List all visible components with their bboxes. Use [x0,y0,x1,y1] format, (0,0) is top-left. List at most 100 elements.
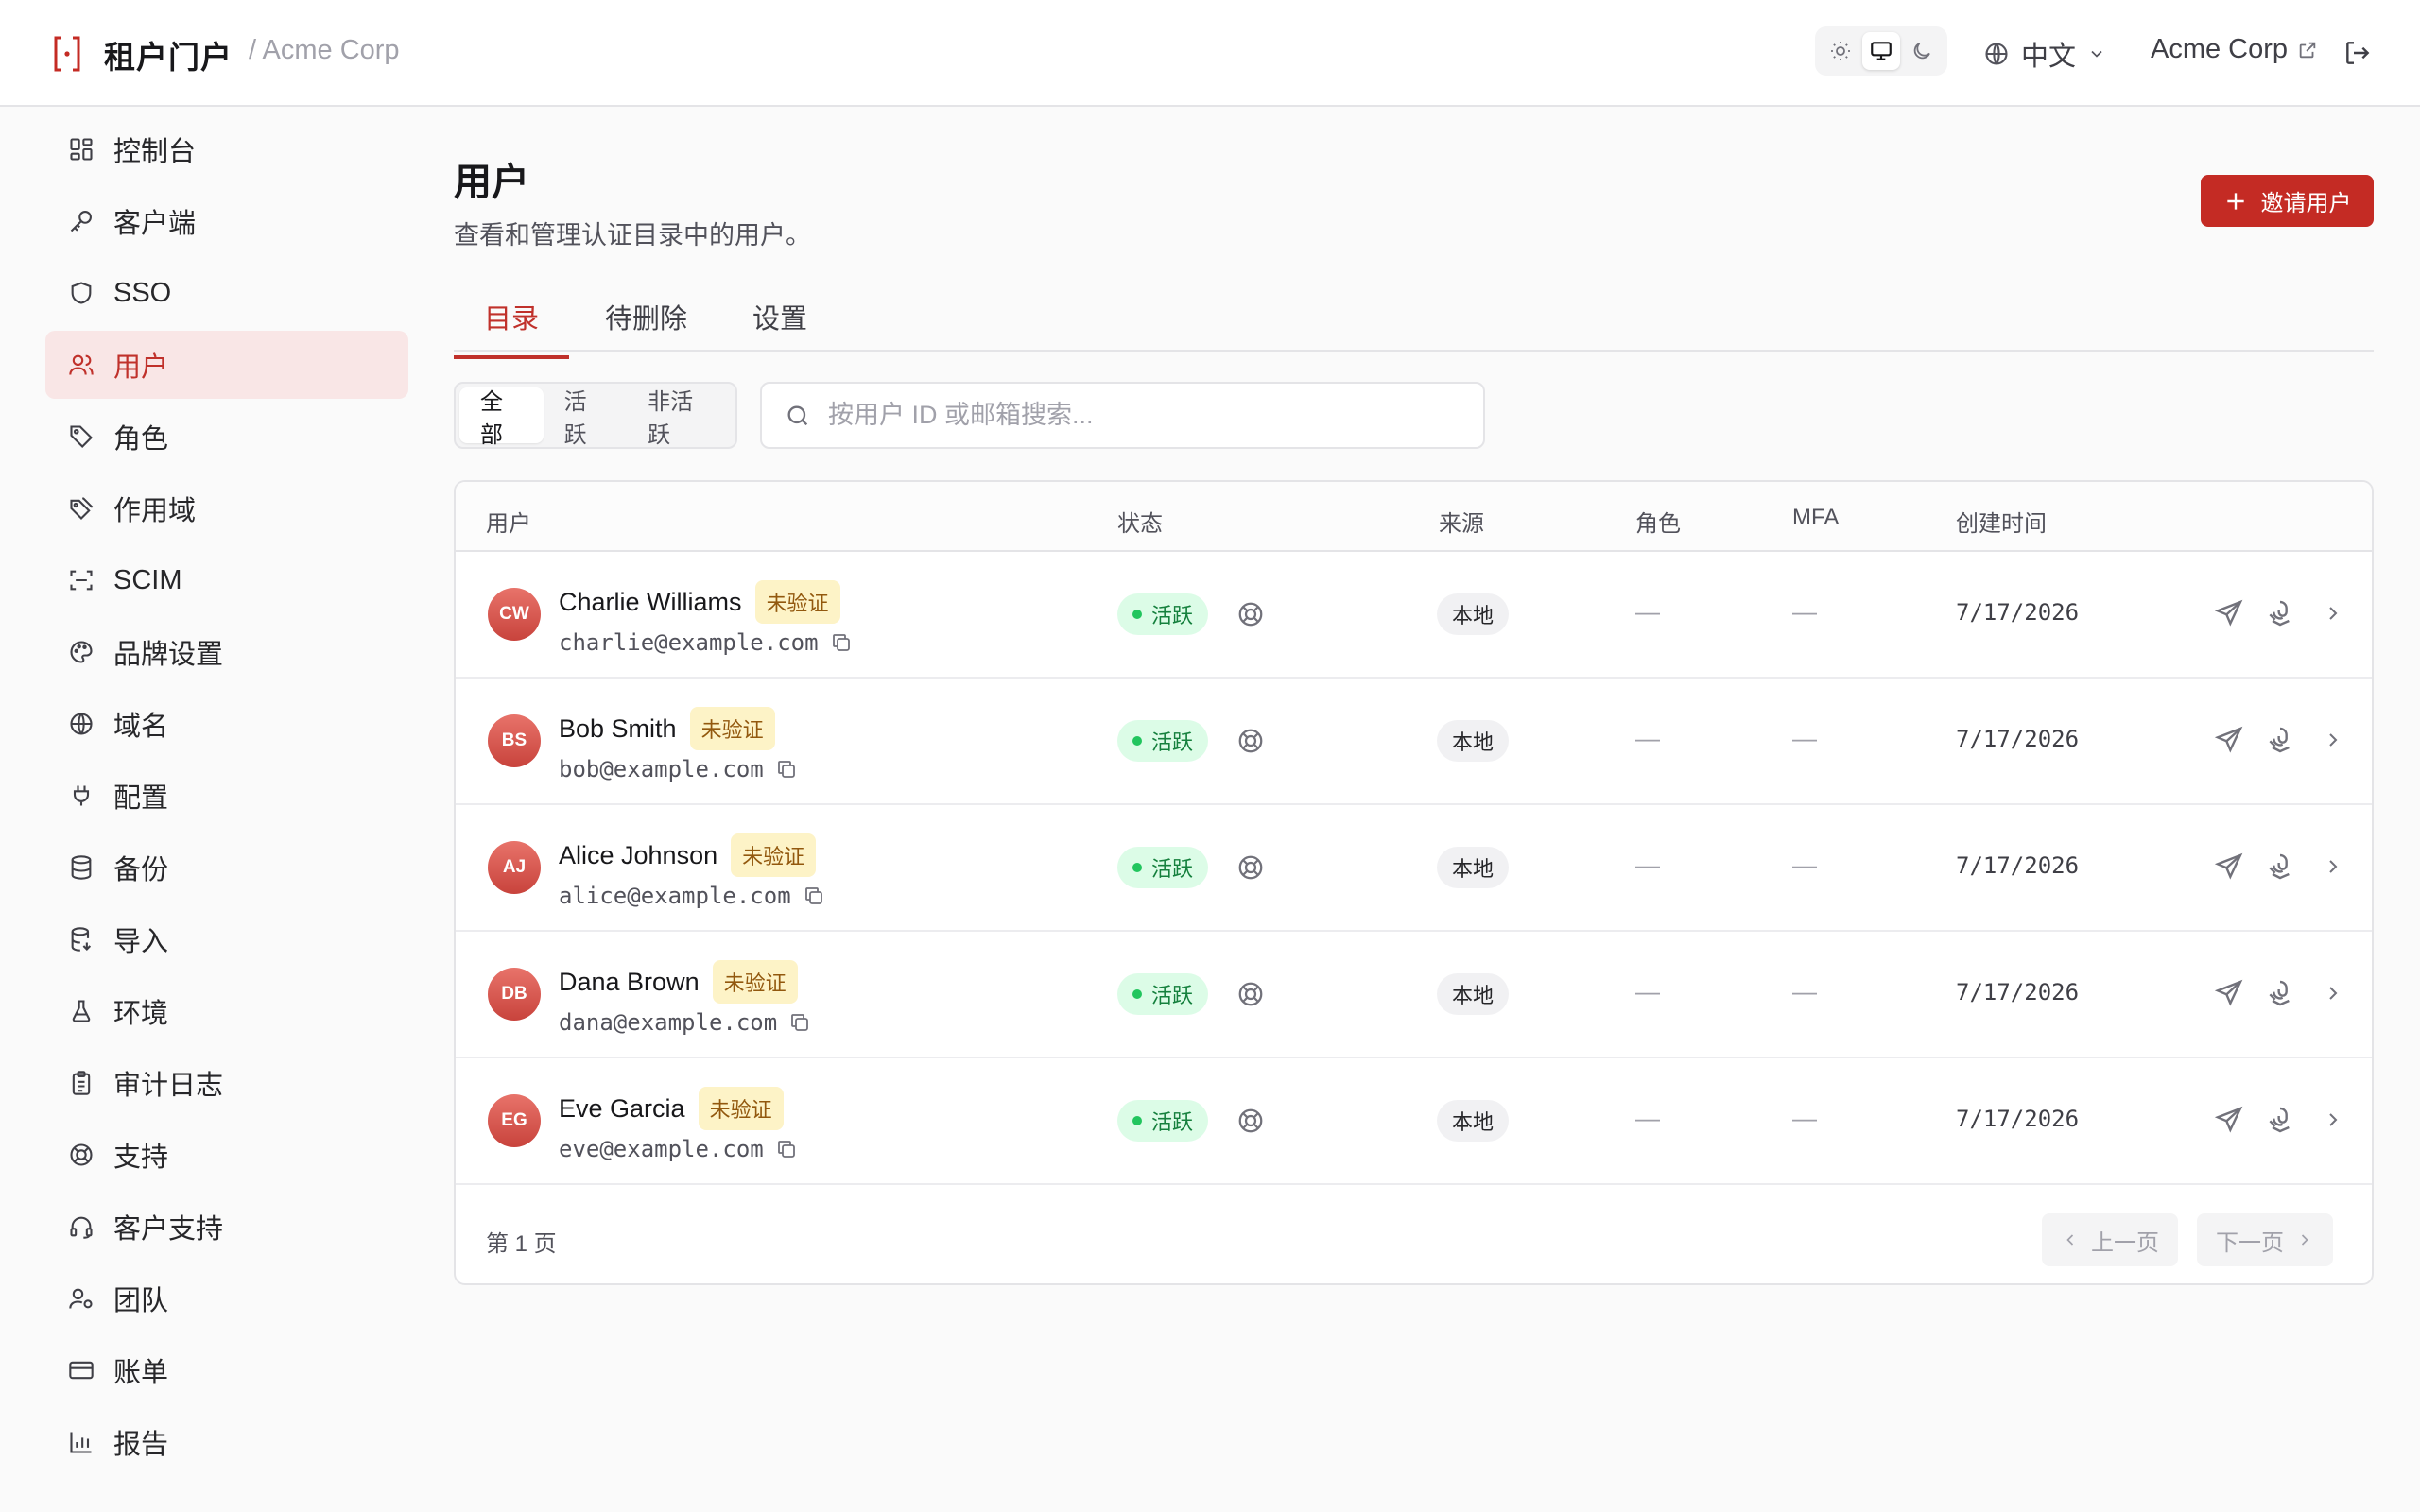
sidebar-item-branding[interactable]: 品牌设置 [45,618,408,686]
table-row[interactable]: EG Eve Garcia 未验证 eve@example.com 活跃 本地 … [456,1058,2372,1185]
invite-user-button[interactable]: 邀请用户 [2201,175,2374,227]
tab-directory[interactable]: 目录 [454,297,570,359]
user-name: Bob Smith [559,713,677,743]
roles-cell: — [1635,1104,1660,1132]
plus-icon [2226,192,2244,210]
key-icon [66,206,96,236]
unverified-badge: 未验证 [698,1087,784,1130]
sidebar-item-billing[interactable]: 账单 [45,1336,408,1404]
previous-page-button[interactable]: 上一页 [2042,1213,2178,1266]
lifebuoy-icon[interactable] [1236,853,1265,882]
avatar: EG [488,1094,541,1147]
sidebar-item-config[interactable]: 配置 [45,762,408,830]
sidebar-item-environment[interactable]: 环境 [45,977,408,1045]
table-footer: 第 1 页 上一页 下一页 [456,1189,2372,1283]
status-label: 活跃 [1151,604,1194,627]
language-selector[interactable]: 中文 [1983,34,2106,74]
chevron-right-icon[interactable] [2322,598,2344,628]
sidebar-item-clients[interactable]: 客户端 [45,187,408,255]
column-header-status: 状态 [1117,511,1163,537]
page-title: 用户 [454,162,529,203]
copy-icon[interactable] [775,758,798,781]
chevron-right-icon[interactable] [2322,851,2344,882]
user-email: eve@example.com [559,1136,764,1162]
sidebar-item-roles[interactable]: 角色 [45,403,408,471]
logout-button[interactable] [2342,38,2373,68]
status-filter: 全部 活跃 非活跃 [454,382,737,449]
chevron-right-icon[interactable] [2322,1105,2344,1135]
mfa-cell: — [1792,597,1817,626]
sidebar-item-reports[interactable]: 报告 [45,1408,408,1476]
sidebar-item-label: 审计日志 [113,1071,224,1101]
column-header-source: 来源 [1439,511,1484,537]
lifebuoy-icon[interactable] [1236,727,1265,755]
fingerprint-icon[interactable] [2265,598,2295,628]
chevron-right-icon[interactable] [2322,725,2344,755]
column-header-roles: 角色 [1635,511,1681,537]
source-badge: 本地 [1437,847,1510,888]
status-badge: 活跃 [1117,973,1209,1015]
tenant-link[interactable]: Acme Corp [2151,34,2318,65]
send-icon[interactable] [2214,725,2244,755]
avatar: DB [488,968,541,1021]
fingerprint-icon[interactable] [2265,1105,2295,1135]
send-icon[interactable] [2214,598,2244,628]
user-name-line: Charlie Williams 未验证 [559,580,840,624]
sidebar-item-label: 域名 [113,712,169,742]
avatar: AJ [488,841,541,894]
search-input[interactable] [828,401,1452,430]
sidebar-item-team[interactable]: 团队 [45,1264,408,1332]
sidebar-item-customer-support[interactable]: 客户支持 [45,1193,408,1261]
copy-icon[interactable] [803,885,825,907]
users-icon [66,350,96,380]
sidebar-item-users[interactable]: 用户 [45,331,408,399]
theme-light-button[interactable] [1822,32,1859,70]
send-icon[interactable] [2214,851,2244,882]
filter-all-button[interactable]: 全部 [459,387,544,448]
sidebar-item-domains[interactable]: 域名 [45,690,408,758]
next-page-button[interactable]: 下一页 [2197,1213,2333,1266]
lifebuoy-icon[interactable] [1236,600,1265,628]
mfa-cell: — [1792,850,1817,879]
sidebar-item-import[interactable]: 导入 [45,905,408,973]
lifebuoy-icon[interactable] [1236,1107,1265,1135]
theme-system-button[interactable] [1861,32,1900,70]
sidebar-item-label: 角色 [113,424,169,455]
status-dot [1132,863,1142,872]
copy-icon[interactable] [830,631,853,654]
copy-icon[interactable] [775,1138,798,1160]
table-row[interactable]: CW Charlie Williams 未验证 charlie@example.… [456,552,2372,679]
filter-active-button[interactable]: 活跃 [544,387,628,448]
fingerprint-icon[interactable] [2265,725,2295,755]
user-email: charlie@example.com [559,629,819,656]
chevron-right-icon[interactable] [2322,978,2344,1008]
dashboard-icon [66,134,96,164]
chevron-down-icon [2091,50,2102,58]
roles-cell: — [1635,597,1660,626]
sidebar-item-audit-log[interactable]: 审计日志 [45,1049,408,1117]
lifebuoy-icon[interactable] [1236,980,1265,1008]
mfa-cell: — [1792,1104,1817,1132]
sidebar-item-label: 作用域 [113,496,197,526]
tab-settings[interactable]: 设置 [752,297,807,355]
sidebar-item-dashboard[interactable]: 控制台 [45,115,408,183]
palette-icon [66,637,96,667]
sidebar-item-support[interactable]: 支持 [45,1121,408,1189]
copy-icon[interactable] [788,1011,811,1034]
send-icon[interactable] [2214,978,2244,1008]
sidebar-item-backup[interactable]: 备份 [45,833,408,902]
table-row[interactable]: AJ Alice Johnson 未验证 alice@example.com 活… [456,805,2372,932]
fingerprint-icon[interactable] [2265,978,2295,1008]
filter-inactive-button[interactable]: 非活跃 [627,387,732,448]
tab-pending-deletion[interactable]: 待删除 [605,297,687,355]
sun-icon [1831,42,1851,60]
user-email-line: dana@example.com [559,1009,811,1036]
sidebar-item-sso[interactable]: SSO [45,259,408,327]
table-row[interactable]: BS Bob Smith 未验证 bob@example.com 活跃 本地 —… [456,679,2372,805]
sidebar-item-scim[interactable]: SCIM [45,546,408,614]
table-row[interactable]: DB Dana Brown 未验证 dana@example.com 活跃 本地… [456,932,2372,1058]
fingerprint-icon[interactable] [2265,851,2295,882]
send-icon[interactable] [2214,1105,2244,1135]
theme-dark-button[interactable] [1903,32,1941,70]
sidebar-item-scopes[interactable]: 作用域 [45,474,408,542]
